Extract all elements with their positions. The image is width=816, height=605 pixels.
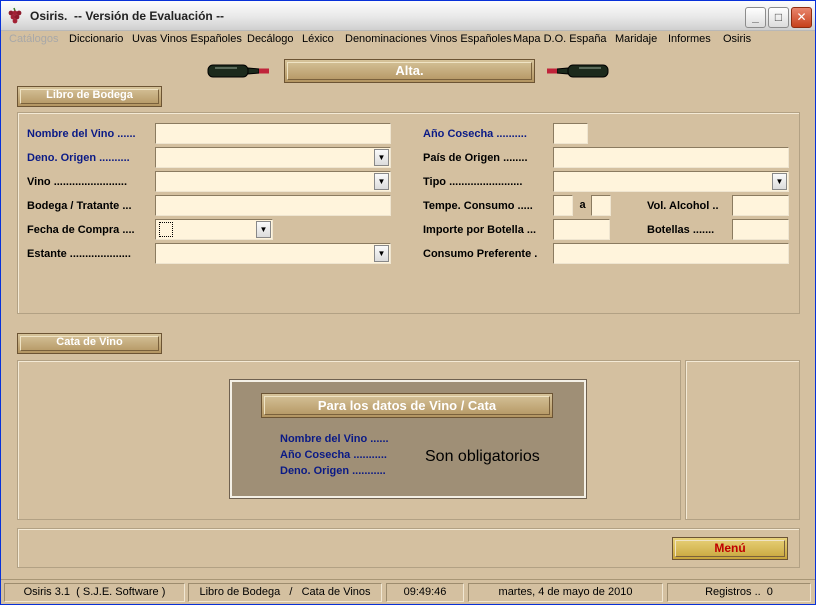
tempe-max-input[interactable] bbox=[591, 195, 611, 216]
window-title: Osiris. -- Versión de Evaluación -- bbox=[30, 9, 225, 23]
pais-origen-label: País de Origen ........ bbox=[423, 152, 528, 164]
wine-bottle-icon bbox=[207, 64, 269, 78]
menu-mapa[interactable]: Mapa D.O. España bbox=[513, 33, 607, 45]
notice-required-text: Son obligatorios bbox=[425, 448, 540, 465]
fecha-compra-picker[interactable]: ▼ bbox=[155, 219, 273, 240]
menu-denominaciones[interactable]: Denominaciones Vinos Españoles bbox=[345, 33, 512, 45]
menu-lexico[interactable]: Léxico bbox=[302, 33, 334, 45]
notice-item: Nombre del Vino ...... bbox=[280, 433, 389, 445]
wine-bottle-icon bbox=[547, 64, 609, 78]
estante-select[interactable]: ▼ bbox=[155, 243, 391, 264]
dropdown-arrow-icon[interactable]: ▼ bbox=[374, 173, 389, 190]
importe-botella-label: Importe por Botella ... bbox=[423, 224, 537, 236]
grape-app-icon bbox=[8, 7, 22, 24]
menu-decalogo[interactable]: Decálogo bbox=[247, 33, 293, 45]
ano-cosecha-input[interactable] bbox=[553, 123, 588, 144]
status-section: Libro de Bodega / Cata de Vinos bbox=[188, 583, 382, 602]
menu-diccionario[interactable]: Diccionario bbox=[69, 33, 123, 45]
main-area: Alta. Libro de Bodega Nombre del Vino ..… bbox=[1, 49, 815, 579]
cata-vino-label: Cata de Vino bbox=[17, 333, 162, 354]
mode-label-alta: Alta. bbox=[284, 59, 535, 83]
cata-side-panel bbox=[685, 360, 800, 520]
menu-bar: Catálogos Diccionario Uvas Vinos Español… bbox=[1, 31, 815, 49]
fecha-compra-label: Fecha de Compra .... bbox=[27, 224, 135, 236]
maximize-button[interactable]: □ bbox=[768, 7, 789, 28]
tempe-min-input[interactable] bbox=[553, 195, 573, 216]
menu-uvas[interactable]: Uvas Vinos Españoles bbox=[132, 33, 242, 45]
minimize-button[interactable]: _ bbox=[745, 7, 766, 28]
nombre-vino-input[interactable] bbox=[155, 123, 391, 144]
required-notice: Para los datos de Vino / Cata Nombre del… bbox=[229, 379, 587, 499]
vol-alcohol-input[interactable] bbox=[732, 195, 789, 216]
status-time: 09:49:46 bbox=[386, 583, 464, 602]
ano-cosecha-label: Año Cosecha .......... bbox=[423, 128, 527, 140]
tipo-select[interactable]: ▼ bbox=[553, 171, 789, 192]
tempe-range-separator: a bbox=[574, 195, 591, 216]
deno-origen-select[interactable]: ▼ bbox=[155, 147, 391, 168]
menu-informes[interactable]: Informes bbox=[668, 33, 711, 45]
dropdown-arrow-icon[interactable]: ▼ bbox=[374, 149, 389, 166]
title-bar[interactable]: Osiris. -- Versión de Evaluación -- _ □ … bbox=[1, 1, 815, 31]
pais-origen-input[interactable] bbox=[553, 147, 789, 168]
deno-origen-label: Deno. Origen .......... bbox=[27, 152, 130, 164]
notice-item: Año Cosecha ........... bbox=[280, 449, 387, 461]
nombre-vino-label: Nombre del Vino ...... bbox=[27, 128, 136, 140]
bodega-tratante-label: Bodega / Tratante ... bbox=[27, 200, 132, 212]
status-bar: Osiris 3.1 ( S.J.E. Software ) Libro de … bbox=[1, 579, 815, 604]
consumo-preferente-input[interactable] bbox=[553, 243, 789, 264]
libro-bodega-label: Libro de Bodega bbox=[17, 86, 162, 107]
dropdown-arrow-icon[interactable]: ▼ bbox=[772, 173, 787, 190]
importe-botella-input[interactable] bbox=[553, 219, 610, 240]
status-date: martes, 4 de mayo de 2010 bbox=[468, 583, 663, 602]
libro-bodega-panel: Nombre del Vino ...... Deno. Origen ....… bbox=[17, 112, 800, 314]
tempe-consumo-label: Tempe. Consumo ..... bbox=[423, 200, 533, 212]
tipo-label: Tipo ........................ bbox=[423, 176, 523, 188]
menu-catalogos[interactable]: Catálogos bbox=[9, 33, 59, 45]
bodega-tratante-input[interactable] bbox=[155, 195, 391, 216]
estante-label: Estante .................... bbox=[27, 248, 131, 260]
status-app: Osiris 3.1 ( S.J.E. Software ) bbox=[4, 583, 185, 602]
vol-alcohol-label: Vol. Alcohol .. bbox=[647, 200, 719, 212]
notice-item: Deno. Origen ........... bbox=[280, 465, 386, 477]
menu-osiris[interactable]: Osiris bbox=[723, 33, 751, 45]
application-window: Osiris. -- Versión de Evaluación -- _ □ … bbox=[0, 0, 816, 605]
focus-caret bbox=[159, 222, 173, 237]
status-records: Registros .. 0 bbox=[667, 583, 811, 602]
vino-label: Vino ........................ bbox=[27, 176, 128, 188]
vino-select[interactable]: ▼ bbox=[155, 171, 391, 192]
botellas-label: Botellas ....... bbox=[647, 224, 715, 236]
close-button[interactable]: ✕ bbox=[791, 7, 812, 28]
notice-title: Para los datos de Vino / Cata bbox=[261, 393, 553, 418]
botellas-input[interactable] bbox=[732, 219, 789, 240]
dropdown-arrow-icon[interactable]: ▼ bbox=[256, 221, 271, 238]
consumo-preferente-label: Consumo Preferente . bbox=[423, 248, 538, 260]
footer-panel: Menú bbox=[17, 528, 800, 568]
dropdown-arrow-icon[interactable]: ▼ bbox=[374, 245, 389, 262]
menu-maridaje[interactable]: Maridaje bbox=[615, 33, 657, 45]
menu-button[interactable]: Menú bbox=[672, 537, 788, 560]
